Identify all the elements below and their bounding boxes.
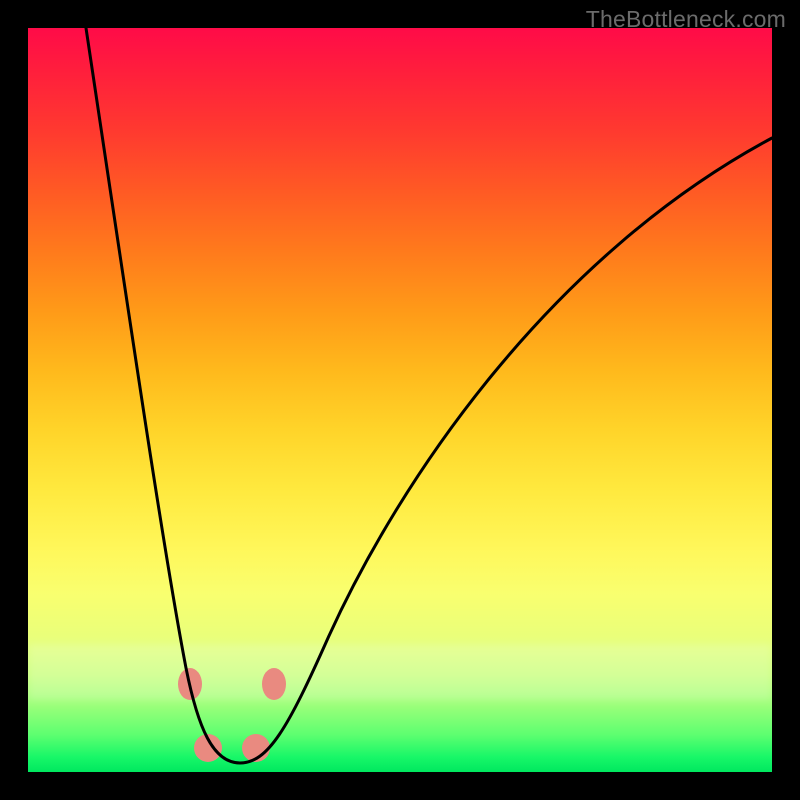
chart-frame xyxy=(28,28,772,772)
chart-marker xyxy=(262,668,286,700)
bottleneck-curve xyxy=(86,28,772,763)
chart-svg xyxy=(28,28,772,772)
